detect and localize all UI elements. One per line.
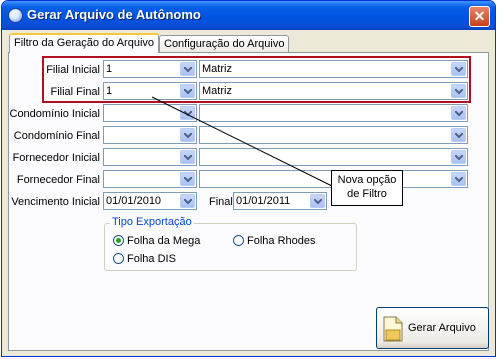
chevron-down-icon[interactable]: [180, 194, 195, 208]
radio-selected-icon: [113, 235, 124, 246]
callout-note: Nova opção de Filtro: [331, 170, 403, 206]
highlight-box: [42, 56, 471, 103]
tab-filtro[interactable]: Filtro da Geração do Arquivo: [9, 33, 160, 53]
tab-configuracao[interactable]: Configuração do Arquivo: [159, 35, 290, 52]
fornecedor-inicial-name-select[interactable]: [199, 148, 468, 166]
radio-folha-da-mega[interactable]: Folha da Mega: [113, 235, 200, 247]
vencimento-final-label: Final: [209, 196, 233, 208]
vencimento-inicial-label: Vencimento Inicial: [11, 196, 100, 208]
dialog-window: Gerar Arquivo de Autônomo ✕ Filtro da Ge…: [1, 0, 496, 357]
fornecedor-inicial-code-select[interactable]: [103, 148, 197, 166]
chevron-down-icon[interactable]: [310, 194, 325, 208]
chevron-down-icon[interactable]: [180, 106, 195, 120]
condominio-inicial-code-select[interactable]: [103, 104, 197, 122]
title-bar[interactable]: Gerar Arquivo de Autônomo ✕: [2, 1, 495, 30]
chevron-down-icon[interactable]: [180, 128, 195, 142]
callout-line-1: Nova opção: [337, 174, 397, 186]
chevron-down-icon[interactable]: [451, 172, 466, 186]
condominio-final-name-select[interactable]: [199, 126, 468, 144]
gerar-arquivo-label: Gerar Arquivo: [408, 322, 476, 334]
vencimento-inicial-date-picker[interactable]: 01/01/2010: [103, 192, 197, 210]
chevron-down-icon[interactable]: [180, 172, 195, 186]
callout-line-2: de Filtro: [347, 188, 387, 200]
condominio-inicial-label: Condomínio Inicial: [9, 108, 101, 120]
condominio-final-label: Condomínio Final: [13, 130, 100, 142]
close-button[interactable]: ✕: [469, 6, 490, 27]
tipo-exportacao-title: Tipo Exportação: [110, 216, 194, 228]
radio-unselected-icon: [233, 235, 244, 246]
radio-unselected-icon: [113, 253, 124, 264]
fornecedor-final-label: Fornecedor Final: [16, 174, 100, 186]
chevron-down-icon[interactable]: [451, 150, 466, 164]
radio-folha-rhodes[interactable]: Folha Rhodes: [233, 235, 316, 247]
condominio-inicial-name-select[interactable]: [199, 104, 468, 122]
window-title: Gerar Arquivo de Autônomo: [27, 7, 201, 22]
condominio-final-code-select[interactable]: [103, 126, 197, 144]
radio-folha-dis[interactable]: Folha DIS: [113, 253, 176, 265]
chevron-down-icon[interactable]: [451, 128, 466, 142]
chevron-down-icon[interactable]: [451, 106, 466, 120]
gerar-arquivo-button[interactable]: Gerar Arquivo: [376, 307, 489, 349]
fornecedor-inicial-label: Fornecedor Inicial: [12, 152, 100, 164]
fornecedor-final-code-select[interactable]: [103, 170, 197, 188]
app-icon: [8, 8, 23, 23]
document-icon: [383, 316, 403, 342]
chevron-down-icon[interactable]: [180, 150, 195, 164]
vencimento-final-date-picker[interactable]: 01/01/2011: [233, 192, 327, 210]
